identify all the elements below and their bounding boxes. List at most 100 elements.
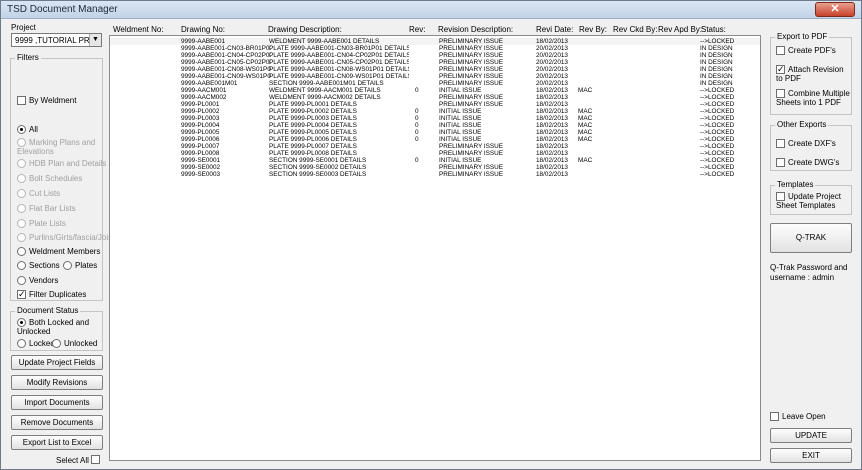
modify-revisions-button[interactable]: Modify Revisions (11, 375, 103, 390)
filter-option[interactable]: All (17, 124, 38, 135)
attach-revision-checkbox[interactable]: Attach Revision to PDF (776, 64, 850, 83)
radio-dot[interactable] (17, 204, 26, 213)
table-row[interactable]: 9999-AACM002 WELDMENT 9999-AACM002 DETAIL… (110, 94, 760, 101)
status-locked-radio[interactable]: Locked (17, 338, 55, 349)
leave-open-checkbox[interactable]: Leave Open (770, 411, 826, 422)
checkbox-box[interactable] (776, 139, 785, 148)
checkbox-box[interactable] (776, 158, 785, 167)
checkbox-box[interactable] (17, 96, 26, 105)
column-header: Drawing No: (181, 25, 226, 34)
table-row[interactable]: 9999-AABE001-CN03-BR01P01 PLATE 9999-AABE… (110, 45, 760, 52)
exit-button[interactable]: EXIT (770, 448, 852, 463)
templates-title: Templates (775, 180, 816, 189)
table-row[interactable]: 9999-PL0004 PLATE 9999-PL0004 DETAILS 0 INI… (110, 122, 760, 129)
table-row[interactable]: 9999-PL0007 PLATE 9999-PL0007 DETAILS PREL… (110, 143, 760, 150)
filter-option[interactable]: Weldment Members (17, 246, 100, 257)
project-select[interactable]: 9999 ,TUTORIAL PROJE ▼ (11, 33, 102, 47)
radio-dot[interactable] (52, 339, 61, 348)
table-row[interactable]: 9999-AABE001-CN08-WS01P0 PLATE 9999-AABE0… (110, 66, 760, 73)
chevron-down-icon[interactable]: ▼ (89, 34, 101, 46)
checkbox-box[interactable] (17, 289, 26, 300)
table-row[interactable]: 9999-AABE001M01 SECTION 9999-AABE001M01 D… (110, 80, 760, 87)
filter-option[interactable]: Flat Bar Lists (17, 203, 76, 214)
checkbox-box[interactable] (770, 412, 779, 421)
table-row[interactable]: 9999-PL0006 PLATE 9999-PL0006 DETAILS 0 INI… (110, 136, 760, 143)
table-row[interactable]: 9999-AACM001 WELDMENT 9999-AACM001 DETAIL… (110, 87, 760, 94)
radio-dot[interactable] (17, 247, 26, 256)
table-row[interactable]: 9999-PL0003 PLATE 9999-PL0003 DETAILS 0 INI… (110, 115, 760, 122)
radio-dot[interactable] (17, 219, 26, 228)
radio-dot[interactable] (17, 174, 26, 183)
cell-date: 20/02/2013 (536, 59, 568, 66)
cell-rev: 0 (415, 122, 419, 129)
update-templates-checkbox[interactable]: Update Project Sheet Templates (776, 192, 850, 210)
select-all-label: Select All (56, 456, 89, 465)
radio-dot[interactable] (17, 159, 26, 168)
cell-date: 18/02/2013 (536, 143, 568, 150)
filter-option-label: Weldment Members (29, 247, 101, 256)
create-dwgs-checkbox[interactable]: Create DWG's (776, 157, 839, 168)
table-row[interactable]: 9999-AABE001-CN05-CP02P01 PLATE 9999-AABE… (110, 59, 760, 66)
cell-rev-desc: PRELIMINARY ISSUE (439, 150, 504, 157)
checkbox-box[interactable] (776, 89, 785, 98)
combine-pdf-checkbox[interactable]: Combine Multiple Sheets into 1 PDF (776, 89, 850, 107)
filter-option[interactable]: Sections (17, 260, 60, 271)
select-all-checkbox[interactable] (91, 455, 100, 464)
checkbox-box[interactable] (776, 192, 785, 201)
checkbox-box[interactable] (776, 64, 785, 75)
cell-date: 20/02/2013 (536, 80, 568, 87)
table-row[interactable]: 9999-SE0003 SECTION 9999-SE0003 DETAILS PR… (110, 171, 760, 178)
table-row[interactable]: 9999-PL0002 PLATE 9999-PL0002 DETAILS 0 INI… (110, 108, 760, 115)
table-row[interactable]: 9999-SE0002 SECTION 9999-SE0002 DETAILS PR… (110, 164, 760, 171)
checkbox-box[interactable] (776, 46, 785, 55)
radio-dot[interactable] (17, 261, 26, 270)
radio-dot[interactable] (63, 261, 72, 270)
filter-option[interactable]: Marking Plans and Elevations (17, 138, 101, 156)
filter-option[interactable]: Plates (63, 260, 97, 271)
status-unlocked-radio[interactable]: Unlocked (52, 338, 97, 349)
radio-dot[interactable] (17, 276, 26, 285)
create-dxfs-label: Create DXF's (788, 139, 836, 148)
document-list[interactable]: 9999-AABE001 WELDMENT 9999-AABE001 DETAIL… (109, 35, 761, 461)
export-list-button[interactable]: Export List to Excel (11, 435, 103, 450)
radio-dot[interactable] (17, 138, 26, 147)
close-button[interactable]: ✕ (815, 2, 855, 17)
cell-date: 18/02/2013 (536, 108, 568, 115)
filter-option[interactable]: Plate Lists (17, 218, 66, 229)
column-header: Rev Apd By: (658, 25, 703, 34)
radio-dot[interactable] (17, 318, 26, 327)
radio-dot[interactable] (17, 125, 26, 134)
table-row[interactable]: 9999-AABE001-CN09-WS01P0 PLATE 9999-AABE0… (110, 73, 760, 80)
status-both-radio[interactable]: Both Locked and Unlocked (17, 318, 101, 336)
create-pdfs-checkbox[interactable]: Create PDF's (776, 45, 836, 56)
filter-option[interactable]: Cut Lists (17, 188, 60, 199)
cell-rev-desc: PRELIMINARY ISSUE (439, 171, 504, 178)
update-project-fields-button[interactable]: Update Project Fields (11, 355, 103, 370)
table-row[interactable]: 9999-PL0005 PLATE 9999-PL0005 DETAILS 0 INI… (110, 129, 760, 136)
radio-dot[interactable] (17, 339, 26, 348)
table-row[interactable]: 9999-PL0001 PLATE 9999-PL0001 DETAILS PREL… (110, 101, 760, 108)
remove-documents-button[interactable]: Remove Documents (11, 415, 103, 430)
filter-option[interactable]: HDB Plan and Details (17, 158, 106, 169)
import-documents-button[interactable]: Import Documents (11, 395, 103, 410)
cell-description: PLATE 9999-AABE001-CN09-WS01P01 DETAILS (269, 73, 409, 80)
radio-dot[interactable] (17, 233, 26, 242)
create-dxfs-checkbox[interactable]: Create DXF's (776, 138, 836, 149)
filter-option[interactable]: Bolt Schedules (17, 173, 82, 184)
cell-status: -->LOCKED (700, 94, 735, 101)
table-row[interactable]: 9999-AABE001-CN04-CP02P01 PLATE 9999-AABE… (110, 52, 760, 59)
by-weldment-label: By Weldment (29, 96, 77, 105)
by-weldment-checkbox[interactable]: By Weldment (17, 95, 76, 106)
table-row[interactable]: 9999-PL0008 PLATE 9999-PL0008 DETAILS PREL… (110, 150, 760, 157)
table-row[interactable]: 9999-SE0001 SECTION 9999-SE0001 DETAILS 0 I… (110, 157, 760, 164)
filter-option[interactable]: Purlins/Girts/fascia/Joists (17, 232, 118, 243)
filter-duplicates-checkbox[interactable]: Filter Duplicates (17, 289, 86, 300)
table-row[interactable]: 9999-AABE001 WELDMENT 9999-AABE001 DETAIL… (110, 38, 760, 45)
cell-description: PLATE 9999-PL0003 DETAILS (269, 115, 357, 122)
cell-drawing-no: 9999-SE0001 (181, 157, 221, 164)
filter-option[interactable]: Vendors (17, 275, 58, 286)
radio-dot[interactable] (17, 189, 26, 198)
update-button[interactable]: UPDATE (770, 428, 852, 443)
qtrak-button[interactable]: Q-TRAK (770, 223, 852, 253)
status-unlocked-label: Unlocked (64, 339, 98, 348)
